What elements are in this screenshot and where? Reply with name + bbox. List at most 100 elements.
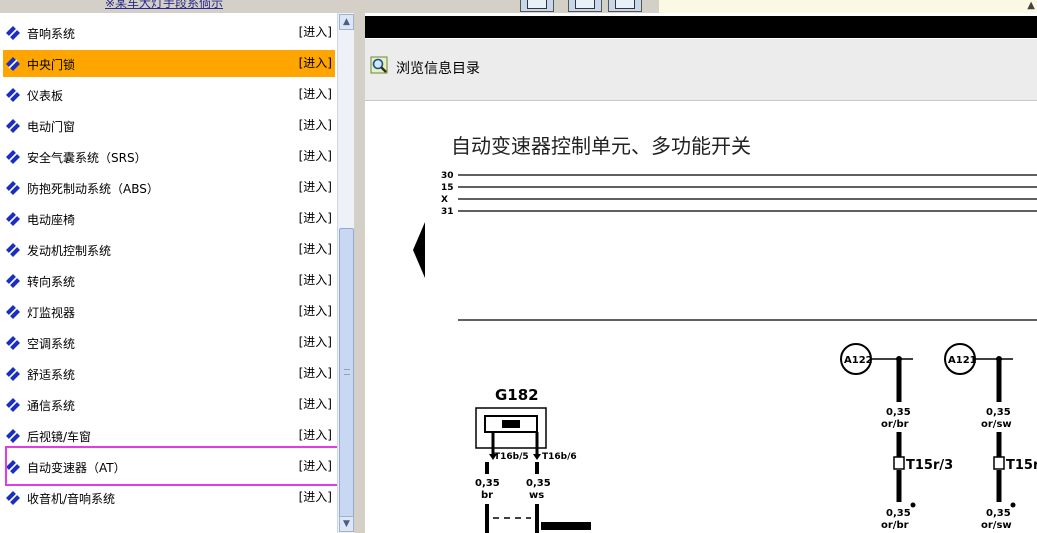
ref-a121-branch: A121 0,35 or/sw T15r 0,35 or/sw xyxy=(944,343,1037,531)
menu-item[interactable]: 发动机控制系统 [进入] xyxy=(3,236,335,263)
menu-item[interactable]: 舒适系统 [进入] xyxy=(3,360,335,387)
bus-lines: 30 15 X 31 xyxy=(441,171,1037,217)
system-menu-list: 音响系统 [进入] 中央门锁 [进入] 仪表板 [进入] 电动门窗 [进入] 安全气囊系统（SR… xyxy=(0,13,337,533)
browse-catalog-link[interactable]: 浏览信息目录 xyxy=(396,58,480,78)
enter-link[interactable]: [进入] xyxy=(299,209,332,226)
scrollbar-grip-icon xyxy=(344,369,350,375)
bus-label-x: X xyxy=(441,195,448,205)
book-pen-icon xyxy=(6,274,20,288)
enter-link[interactable]: [进入] xyxy=(299,85,332,102)
enter-link[interactable]: [进入] xyxy=(299,23,332,40)
book-pen-icon xyxy=(6,367,20,381)
enter-link[interactable]: [进入] xyxy=(299,147,332,164)
book-pen-icon xyxy=(6,181,20,195)
menu-item-label: 电动门窗 xyxy=(27,120,76,134)
content-header-bar xyxy=(365,16,1037,38)
scrollbar-thumb[interactable] xyxy=(339,228,354,518)
menu-item-label: 舒适系统 xyxy=(27,368,76,382)
book-pen-icon xyxy=(6,305,20,319)
wire-a2-color: or/br xyxy=(881,520,909,531)
menu-item[interactable]: 电动门窗 [进入] xyxy=(3,112,335,139)
magnifier-icon[interactable] xyxy=(370,56,388,74)
menu-item-label: 通信系统 xyxy=(27,399,76,413)
ref-a121-label: A121 xyxy=(948,355,977,366)
menu-item-label: 发动机控制系统 xyxy=(27,244,112,258)
ref-a122-branch: A122 0,35 or/br T15r/3 0,35 or/br xyxy=(840,343,953,531)
menu-item-label: 收音机/音响系统 xyxy=(27,492,116,506)
enter-link[interactable]: [进入] xyxy=(299,488,332,505)
enter-link[interactable]: [进入] xyxy=(299,271,332,288)
wire-a2-gauge: 0,35 xyxy=(886,508,911,519)
enter-link[interactable]: [进入] xyxy=(299,178,332,195)
enter-link[interactable]: [进入] xyxy=(299,54,332,71)
menu-item[interactable]: 仪表板 [进入] xyxy=(3,81,335,108)
window-single-button[interactable] xyxy=(608,0,642,12)
top-right-panel: ▲ xyxy=(659,0,1037,13)
connector-label-left: T16b/5 xyxy=(494,452,529,462)
menu-item[interactable]: 后视镜/车窗 [进入] xyxy=(3,422,335,449)
enter-link[interactable]: [进入] xyxy=(299,116,332,133)
enter-link[interactable]: [进入] xyxy=(299,457,332,474)
menu-item[interactable]: 防抱死制动系统（ABS） [进入] xyxy=(3,174,335,201)
wire-b2-gauge: 0,35 xyxy=(986,508,1011,519)
enter-link[interactable]: [进入] xyxy=(299,302,332,319)
window-tile-button[interactable] xyxy=(520,0,554,12)
menu-item-label: 防抱死制动系统（ABS） xyxy=(27,182,159,196)
book-pen-icon xyxy=(6,26,20,40)
book-pen-icon xyxy=(6,212,20,226)
menu-item[interactable]: 安全气囊系统（SRS） [进入] xyxy=(3,143,335,170)
wiring-diagram-canvas: 30 15 X 31 G182 T16b/5 T16b/6 0,35 br 0,… xyxy=(413,171,1037,533)
book-pen-icon xyxy=(6,243,20,257)
connector-label-right: T16b/6 xyxy=(542,452,577,462)
scroll-down-arrow-icon[interactable]: ▼ xyxy=(339,516,354,532)
wire-right-gauge: 0,35 xyxy=(526,478,551,489)
book-pen-icon xyxy=(6,150,20,164)
menu-item[interactable]: 通信系统 [进入] xyxy=(3,391,335,418)
enter-link[interactable]: [进入] xyxy=(299,333,332,350)
menu-item[interactable]: 转向系统 [进入] xyxy=(3,267,335,294)
diagram-title: 自动变速器控制单元、多功能开关 xyxy=(451,134,751,158)
menu-item-label: 中央门锁 xyxy=(27,58,76,72)
bus-label-30: 30 xyxy=(441,171,454,181)
enter-link[interactable]: [进入] xyxy=(299,240,332,257)
menu-item[interactable]: 中央门锁 [进入] xyxy=(3,50,335,77)
menu-item[interactable]: 自动变速器（AT） [进入] xyxy=(3,453,335,480)
top-link[interactable]: ※某车大灯手段系倘示 xyxy=(105,0,223,11)
component-label: G182 xyxy=(495,386,539,404)
window-split-button[interactable] xyxy=(568,0,602,12)
book-pen-icon xyxy=(6,57,20,71)
enter-link[interactable]: [进入] xyxy=(299,426,332,443)
connector-b-label: T15r xyxy=(1006,458,1037,473)
menu-item[interactable]: 灯监视器 [进入] xyxy=(3,298,335,325)
pane-splitter[interactable] xyxy=(355,13,365,533)
book-pen-icon xyxy=(6,336,20,350)
menu-item[interactable]: 空调系统 [进入] xyxy=(3,329,335,356)
scroll-up-arrow-icon[interactable]: ▲ xyxy=(339,14,354,30)
menu-item[interactable]: 收音机/音响系统 [进入] xyxy=(3,484,335,511)
book-pen-icon xyxy=(6,429,20,443)
menu-item[interactable]: 音响系统 [进入] xyxy=(3,19,335,46)
component-g182: G182 T16b/5 T16b/6 0,35 br 0,35 ws xyxy=(475,386,591,533)
window-tile-icon xyxy=(527,0,547,9)
top-strip: ※某车大灯手段系倘示 ▲ xyxy=(0,0,1037,13)
wire-left-gauge: 0,35 xyxy=(475,478,500,489)
book-pen-icon xyxy=(6,491,20,505)
content-pane: 浏览信息目录 30 15 X 31 G182 T16b/5 T16b/6 0,3… xyxy=(365,13,1037,533)
menu-item-label: 转向系统 xyxy=(27,275,76,289)
menu-item-label: 灯监视器 xyxy=(27,306,76,320)
bus-label-31: 31 xyxy=(441,207,454,217)
menu-item-label: 电动座椅 xyxy=(27,213,76,227)
menu-item[interactable]: 电动座椅 [进入] xyxy=(3,205,335,232)
bus-label-15: 15 xyxy=(441,183,454,193)
page-prev-arrow-icon[interactable] xyxy=(413,222,425,278)
wire-a-color: or/br xyxy=(881,419,909,430)
wire-b-color: or/sw xyxy=(981,419,1012,430)
menu-scrollbar[interactable]: ▲ ▼ xyxy=(337,13,354,533)
menu-item-label: 音响系统 xyxy=(27,27,76,41)
enter-link[interactable]: [进入] xyxy=(299,395,332,412)
enter-link[interactable]: [进入] xyxy=(299,364,332,381)
wire-b2-color: or/sw xyxy=(981,520,1012,531)
wire-a-gauge: 0,35 xyxy=(886,407,911,418)
menu-item-label: 安全气囊系统（SRS） xyxy=(27,151,147,165)
content-toolbar: 浏览信息目录 xyxy=(365,39,1037,101)
